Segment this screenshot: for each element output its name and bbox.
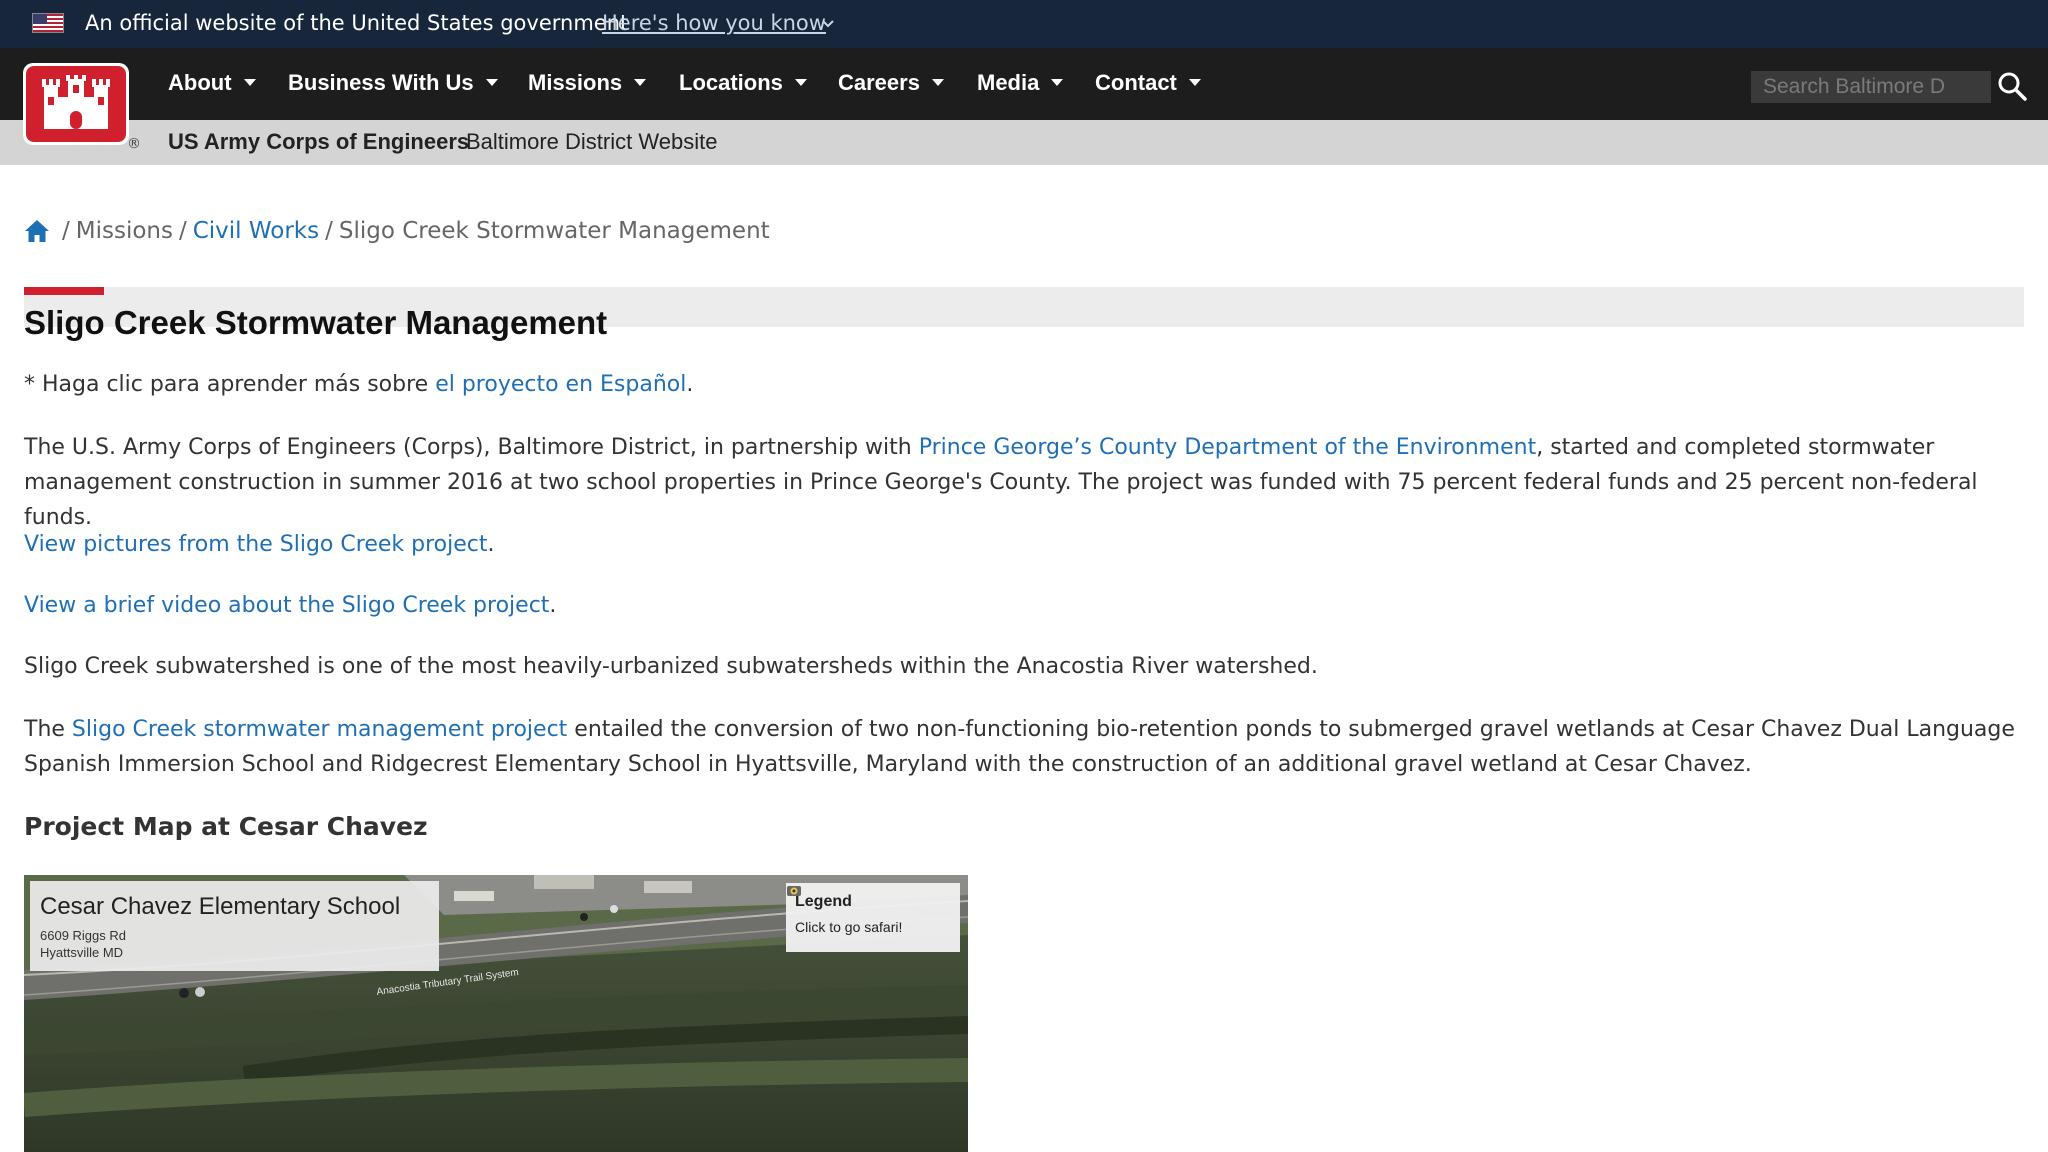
search-icon[interactable] [1997,71,2027,101]
nav-about[interactable]: About [168,70,256,96]
nav-business-with-us[interactable]: Business With Us [288,70,498,96]
map-heading: Project Map at Cesar Chavez [24,812,428,841]
nav-media[interactable]: Media [977,70,1064,96]
gov-banner-text: An official website of the United States… [85,11,629,35]
nav-media-label: Media [977,70,1040,95]
map-info-box: Cesar Chavez Elementary School 6609 Rigg… [30,881,439,971]
nav-about-label: About [168,70,232,95]
nav-contact-label: Contact [1095,70,1177,95]
map-address-line-1: 6609 Riggs Rd [40,928,126,943]
pictures-paragraph: View pictures from the Sligo Creek proje… [24,527,2024,562]
castle-logo-icon [26,66,126,142]
project-map[interactable]: Anacostia Tributary Trail System Cesar C… [24,875,968,1152]
gov-banner: An official website of the United States… [0,0,2048,48]
nav-missions-label: Missions [528,70,623,95]
safari-icon [787,886,801,896]
site-name[interactable]: Baltimore District Website [466,129,717,155]
nav-locations[interactable]: Locations [679,70,807,96]
breadcrumb-missions: Missions [75,218,173,244]
nav-contact[interactable]: Contact [1095,70,1201,96]
caret-down-icon [794,79,807,86]
search-input[interactable] [1751,71,1991,103]
nav-locations-label: Locations [679,70,783,95]
page-title: Sligo Creek Stormwater Management [24,304,608,341]
spanish-prefix: * Haga clic para aprender más sobre [24,372,436,397]
nav-missions[interactable]: Missions [528,70,647,96]
intro-prefix: The U.S. Army Corps of Engineers (Corps)… [24,435,919,460]
spanish-link[interactable]: el proyecto en Español [435,372,686,397]
video-paragraph: View a brief video about the Sligo Creek… [24,588,2024,623]
breadcrumb-current: Sligo Creek Stormwater Management [338,218,770,244]
view-pictures-link[interactable]: View pictures from the Sligo Creek proje… [24,532,487,557]
breadcrumb-separator: / [325,218,333,244]
nav-business-label: Business With Us [288,70,474,95]
spanish-paragraph: * Haga clic para aprender más sobre el p… [24,367,2024,402]
intro-paragraph: The U.S. Army Corps of Engineers (Corps)… [24,430,2024,535]
pg-county-doe-link[interactable]: Prince George’s County Department of the… [919,435,1537,460]
pictures-suffix: . [487,532,495,557]
map-legend[interactable]: Legend Click to go safari! [786,883,960,952]
spanish-suffix: . [686,372,694,397]
caret-down-icon [1051,79,1064,86]
registered-mark: ® [127,136,141,152]
legend-item[interactable]: Click to go safari! [787,886,951,935]
org-name[interactable]: US Army Corps of Engineers [168,129,469,155]
breadcrumb: / Missions / Civil Works / Sligo Creek S… [24,218,770,244]
caret-down-icon [931,79,944,86]
caret-down-icon [634,79,647,86]
project-paragraph: The Sligo Creek stormwater management pr… [24,712,2024,782]
home-icon[interactable] [24,218,50,244]
map-address-line-2: Hyattsville MD [40,945,124,960]
chevron-down-icon[interactable] [822,18,834,30]
project-link[interactable]: Sligo Creek stormwater management projec… [72,717,567,742]
breadcrumb-civil-works[interactable]: Civil Works [193,218,319,244]
heres-how-you-know-link[interactable]: Here's how you know [602,11,826,35]
title-accent [24,287,104,295]
map-info-title: Cesar Chavez Elementary School [40,893,401,920]
breadcrumb-separator: / [178,218,187,244]
caret-down-icon [485,79,498,86]
nav-careers-label: Careers [838,70,920,95]
usace-logo[interactable] [23,63,129,145]
subwatershed-paragraph: Sligo Creek subwatershed is one of the m… [24,654,1318,679]
legend-title: Legend [795,893,852,910]
legend-item-label: Click to go safari! [795,919,903,935]
nav-careers[interactable]: Careers [838,70,944,96]
caret-down-icon [243,79,256,86]
caret-down-icon [1188,79,1201,86]
view-video-link[interactable]: View a brief video about the Sligo Creek… [24,593,549,618]
us-flag-icon [32,13,64,33]
breadcrumb-separator: / [62,218,70,244]
video-suffix: . [549,593,557,618]
project-prefix: The [24,717,72,742]
